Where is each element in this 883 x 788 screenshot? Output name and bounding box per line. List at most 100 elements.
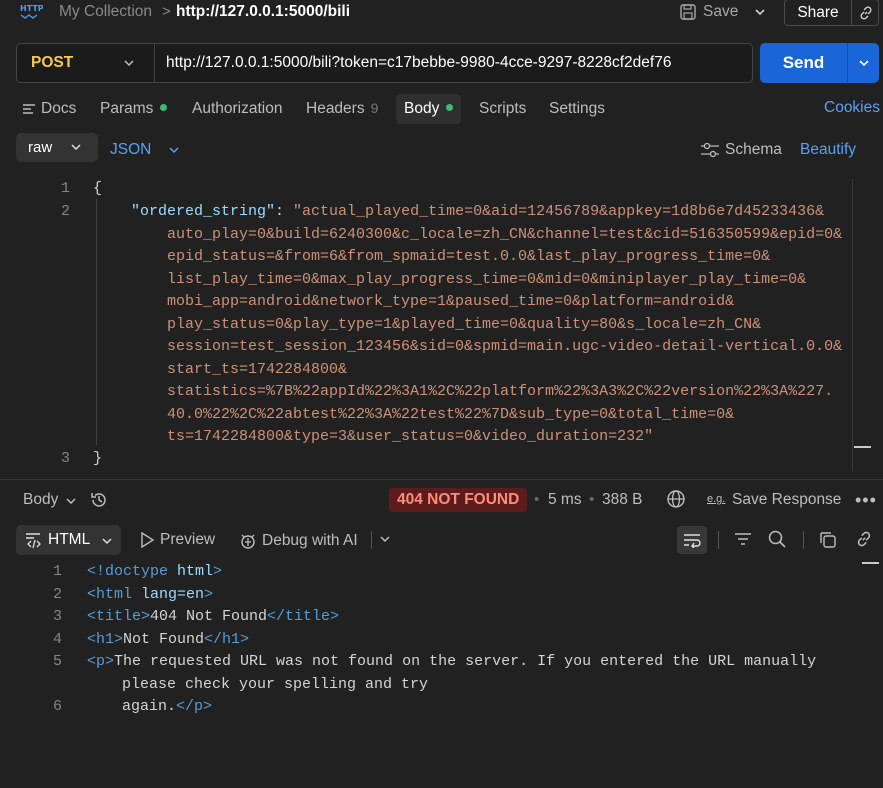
- body-format-select[interactable]: JSON: [110, 141, 151, 159]
- code-line: session=test_session_123456&sid=0&spmid=…: [167, 338, 843, 355]
- line-number: 4: [52, 631, 62, 648]
- history-icon[interactable]: [89, 490, 109, 510]
- schema-button[interactable]: Schema: [700, 141, 782, 159]
- html-attr: html: [168, 563, 214, 580]
- wrap-lines-button[interactable]: [677, 526, 707, 554]
- example-icon: e.g.: [707, 493, 726, 505]
- method-select[interactable]: POST: [17, 44, 155, 82]
- chevron-down-icon[interactable]: [378, 532, 392, 546]
- code-line: <title>404 Not Found</title>: [87, 608, 339, 625]
- html-tag: <title>: [87, 608, 151, 625]
- html-tag: <html: [87, 586, 133, 603]
- code-line: 40.0%22%2C%22abtest%22%3A%22test%22%7D&s…: [167, 405, 735, 423]
- line-number: 2: [52, 586, 62, 603]
- request-name[interactable]: http://127.0.0.1:5000/bili: [176, 3, 350, 21]
- html-tag: >: [213, 563, 223, 580]
- line-number: 1: [52, 563, 62, 580]
- html-text: Not Found: [123, 631, 205, 648]
- body-mode-select[interactable]: raw: [16, 133, 98, 162]
- chevron-down-icon[interactable]: [167, 143, 181, 157]
- cookies-link[interactable]: Cookies: [824, 93, 880, 123]
- html-text: The requested URL was not found on the s…: [114, 653, 817, 670]
- status-dot: [160, 104, 168, 111]
- response-view-select[interactable]: HTML: [16, 525, 121, 555]
- line-number: 6: [52, 698, 62, 715]
- status-dot: [446, 104, 454, 111]
- code-line: start_ts=1742284800&: [167, 360, 348, 378]
- send-button[interactable]: Send: [760, 43, 848, 83]
- code-open-brace: {: [93, 180, 103, 197]
- tab-authorization[interactable]: Authorization: [192, 94, 282, 124]
- html-tag: </h1>: [204, 631, 250, 648]
- globe-icon[interactable]: [666, 489, 686, 509]
- beautify-button[interactable]: Beautify: [800, 141, 856, 159]
- tab-label: Authorization: [192, 100, 283, 117]
- preview-button[interactable]: Preview: [139, 531, 215, 549]
- save-label: Save: [703, 3, 739, 20]
- copy-icon[interactable]: [818, 530, 838, 550]
- tab-params[interactable]: Params: [100, 94, 168, 124]
- chevron-down-icon[interactable]: [750, 2, 770, 22]
- headers-count: 9: [370, 100, 379, 116]
- editor-scroll-thumb[interactable]: [854, 446, 871, 448]
- docs-icon: [21, 101, 37, 117]
- code-line: "ordered_string": "actual_played_time=0&…: [131, 203, 824, 220]
- line-number: 2: [60, 203, 70, 220]
- url-input[interactable]: http://127.0.0.1:5000/bili?token=c17bebb…: [166, 54, 671, 72]
- code-line: <html lang=en>: [87, 586, 213, 603]
- share-button[interactable]: Share: [785, 0, 852, 25]
- save-response-button[interactable]: Save Response: [732, 491, 841, 509]
- save-icon: [679, 3, 697, 21]
- breadcrumb-collection[interactable]: My Collection: [59, 3, 152, 21]
- status-badge: 404 NOT FOUND: [389, 488, 528, 512]
- indent-guide: [96, 199, 97, 445]
- pane-divider[interactable]: [0, 479, 883, 480]
- html-text: again.: [122, 698, 177, 715]
- code-line: play_status=0&play_type=1&played_time=0&…: [167, 315, 762, 333]
- search-icon[interactable]: [767, 529, 787, 549]
- chevron-down-icon: [100, 534, 114, 548]
- editor-scrollbar[interactable]: [852, 179, 853, 471]
- html-tag: <!doctype: [87, 563, 169, 580]
- chevron-down-icon[interactable]: [64, 494, 78, 508]
- chevron-down-icon: [69, 140, 83, 154]
- chevron-down-icon[interactable]: [849, 43, 879, 83]
- code-close-brace: }: [93, 450, 103, 467]
- tab-body[interactable]: Body: [396, 94, 462, 124]
- response-size: 388 B: [602, 491, 643, 508]
- divider: [371, 531, 372, 549]
- link-icon[interactable]: [852, 0, 879, 25]
- response-time: 5 ms: [548, 491, 582, 508]
- separator-dot: •: [589, 491, 595, 508]
- body-mode-label: raw: [28, 139, 53, 156]
- json-colon: :: [275, 203, 294, 220]
- more-options-icon[interactable]: •••: [855, 490, 877, 511]
- view-mode-label: HTML: [48, 531, 91, 548]
- svg-text:HTTP: HTTP: [20, 4, 43, 13]
- tab-settings[interactable]: Settings: [549, 94, 605, 124]
- html-tag: >: [204, 586, 214, 603]
- filter-icon[interactable]: [733, 530, 753, 548]
- method-label: POST: [31, 54, 74, 71]
- code-line: epid_status=&from=6&from_spmaid=test.0.0…: [167, 248, 771, 265]
- tab-docs[interactable]: Docs: [21, 94, 76, 124]
- tab-label: Scripts: [479, 100, 527, 117]
- response-body-select[interactable]: Body: [23, 491, 58, 509]
- tab-scripts[interactable]: Scripts: [479, 94, 526, 124]
- debug-ai-icon: [238, 531, 258, 551]
- json-value: "actual_played_time=0&aid=12456789&appke…: [293, 203, 825, 220]
- html-tag: <h1>: [87, 631, 124, 648]
- html-attr-value: =en: [177, 586, 205, 603]
- response-scroll-thumb[interactable]: [862, 562, 879, 564]
- code-line: statistics=%7B%22appId%22%3A1%2C%22platf…: [167, 383, 834, 400]
- chevron-down-icon: [121, 55, 137, 71]
- html-tag: </p>: [176, 698, 213, 715]
- tab-label: Docs: [41, 100, 77, 117]
- save-button[interactable]: Save: [679, 0, 738, 24]
- link-icon[interactable]: [855, 530, 873, 548]
- tab-headers[interactable]: Headers 9: [306, 93, 378, 123]
- html-attr: lang: [132, 586, 178, 603]
- tab-label: Headers: [306, 100, 365, 117]
- debug-with-ai-button[interactable]: Debug with AI: [238, 531, 358, 551]
- html-tag: </title>: [267, 608, 340, 625]
